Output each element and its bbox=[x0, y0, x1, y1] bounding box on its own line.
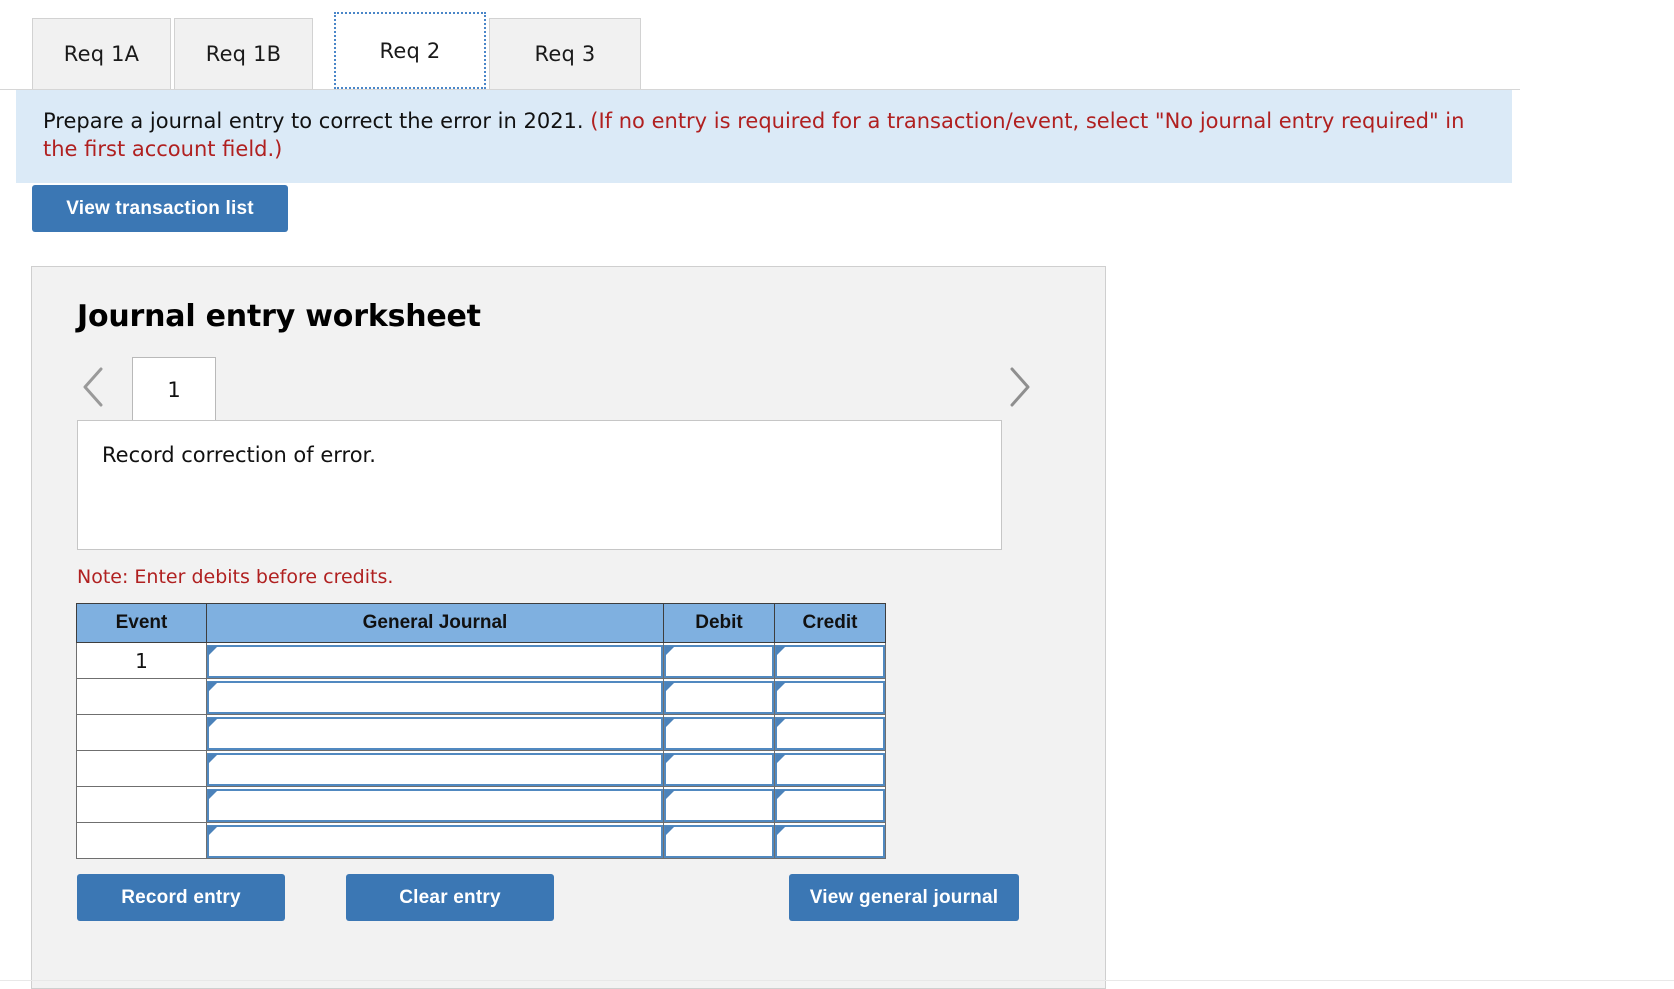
credit-cell[interactable] bbox=[774, 714, 886, 751]
credit-input-0[interactable] bbox=[775, 644, 885, 678]
event-cell: 1 bbox=[76, 642, 207, 679]
general-journal-cell[interactable] bbox=[206, 822, 664, 859]
instruction-banner: Prepare a journal entry to correct the e… bbox=[16, 90, 1512, 183]
debit-cell[interactable] bbox=[663, 822, 775, 859]
chevron-left-icon[interactable] bbox=[77, 363, 111, 411]
instruction-prompt: Prepare a journal entry to correct the e… bbox=[43, 109, 584, 133]
event-cell bbox=[76, 678, 207, 715]
view-general-journal-button[interactable]: View general journal bbox=[789, 874, 1019, 921]
table-row bbox=[76, 822, 886, 859]
table-header-row: Event General Journal Debit Credit bbox=[76, 603, 886, 643]
debit-cell[interactable] bbox=[663, 642, 775, 679]
debit-cell[interactable] bbox=[663, 786, 775, 823]
account-select-2[interactable] bbox=[207, 716, 663, 750]
tab-req-1a-label: Req 1A bbox=[63, 42, 140, 66]
column-header-general-journal: General Journal bbox=[206, 603, 664, 643]
event-cell bbox=[76, 822, 207, 859]
debit-input-3[interactable] bbox=[664, 752, 774, 786]
entry-pager: 1 bbox=[77, 357, 1062, 421]
tab-req-2[interactable]: Req 2 bbox=[334, 12, 486, 89]
general-journal-cell[interactable] bbox=[206, 678, 664, 715]
chevron-right-icon[interactable] bbox=[1002, 363, 1036, 411]
credit-input-2[interactable] bbox=[775, 716, 885, 750]
journal-entry-worksheet-card: Journal entry worksheet 1 Record correct… bbox=[31, 266, 1106, 989]
general-journal-cell[interactable] bbox=[206, 786, 664, 823]
debit-input-0[interactable] bbox=[664, 644, 774, 678]
credit-input-5[interactable] bbox=[775, 824, 885, 858]
account-select-3[interactable] bbox=[207, 752, 663, 786]
account-select-5[interactable] bbox=[207, 824, 663, 858]
credit-input-1[interactable] bbox=[775, 680, 885, 714]
event-cell bbox=[76, 786, 207, 823]
credit-cell[interactable] bbox=[774, 750, 886, 787]
debit-cell[interactable] bbox=[663, 750, 775, 787]
worksheet-title: Journal entry worksheet bbox=[77, 299, 481, 334]
record-entry-button[interactable]: Record entry bbox=[77, 874, 285, 921]
page-bottom-divider bbox=[0, 980, 1674, 981]
debit-input-5[interactable] bbox=[664, 824, 774, 858]
event-cell bbox=[76, 750, 207, 787]
view-transaction-list-button[interactable]: View transaction list bbox=[32, 185, 288, 232]
credit-cell[interactable] bbox=[774, 678, 886, 715]
account-select-1[interactable] bbox=[207, 680, 663, 714]
general-journal-cell[interactable] bbox=[206, 750, 664, 787]
entry-tab-1[interactable]: 1 bbox=[132, 357, 216, 421]
credit-cell[interactable] bbox=[774, 642, 886, 679]
tab-req-3-label: Req 3 bbox=[534, 42, 596, 66]
credit-cell[interactable] bbox=[774, 786, 886, 823]
tab-req-2-label: Req 2 bbox=[379, 38, 441, 63]
debit-input-2[interactable] bbox=[664, 716, 774, 750]
table-row bbox=[76, 786, 886, 823]
credit-input-4[interactable] bbox=[775, 788, 885, 822]
table-row bbox=[76, 750, 886, 787]
debits-before-credits-note: Note: Enter debits before credits. bbox=[77, 566, 394, 588]
requirement-tabs: Req 1A Req 1B Req 2 Req 3 bbox=[0, 0, 1674, 91]
debit-cell[interactable] bbox=[663, 678, 775, 715]
column-header-debit: Debit bbox=[663, 603, 775, 643]
table-row bbox=[76, 714, 886, 751]
credit-cell[interactable] bbox=[774, 822, 886, 859]
event-cell bbox=[76, 714, 207, 751]
column-header-credit: Credit bbox=[774, 603, 886, 643]
clear-entry-label: Clear entry bbox=[399, 886, 501, 908]
debit-input-4[interactable] bbox=[664, 788, 774, 822]
column-header-event: Event bbox=[76, 603, 207, 643]
account-select-4[interactable] bbox=[207, 788, 663, 822]
view-transaction-list-label: View transaction list bbox=[66, 197, 254, 219]
tab-req-1a[interactable]: Req 1A bbox=[32, 18, 171, 89]
debit-input-1[interactable] bbox=[664, 680, 774, 714]
tab-req-1b-label: Req 1B bbox=[205, 42, 282, 66]
tab-req-3[interactable]: Req 3 bbox=[489, 18, 641, 89]
general-journal-cell[interactable] bbox=[206, 714, 664, 751]
clear-entry-button[interactable]: Clear entry bbox=[346, 874, 554, 921]
tab-req-1b[interactable]: Req 1B bbox=[174, 18, 313, 89]
general-journal-cell[interactable] bbox=[206, 642, 664, 679]
journal-entry-table: Event General Journal Debit Credit 1 bbox=[76, 603, 886, 859]
view-general-journal-label: View general journal bbox=[809, 886, 999, 908]
debit-cell[interactable] bbox=[663, 714, 775, 751]
account-select-0[interactable] bbox=[207, 644, 663, 678]
table-row: 1 bbox=[76, 642, 886, 679]
entry-description-panel: Record correction of error. bbox=[77, 420, 1002, 550]
entry-tab-1-label: 1 bbox=[167, 377, 181, 402]
entry-description-text: Record correction of error. bbox=[102, 443, 376, 467]
table-row bbox=[76, 678, 886, 715]
credit-input-3[interactable] bbox=[775, 752, 885, 786]
record-entry-label: Record entry bbox=[121, 886, 241, 908]
